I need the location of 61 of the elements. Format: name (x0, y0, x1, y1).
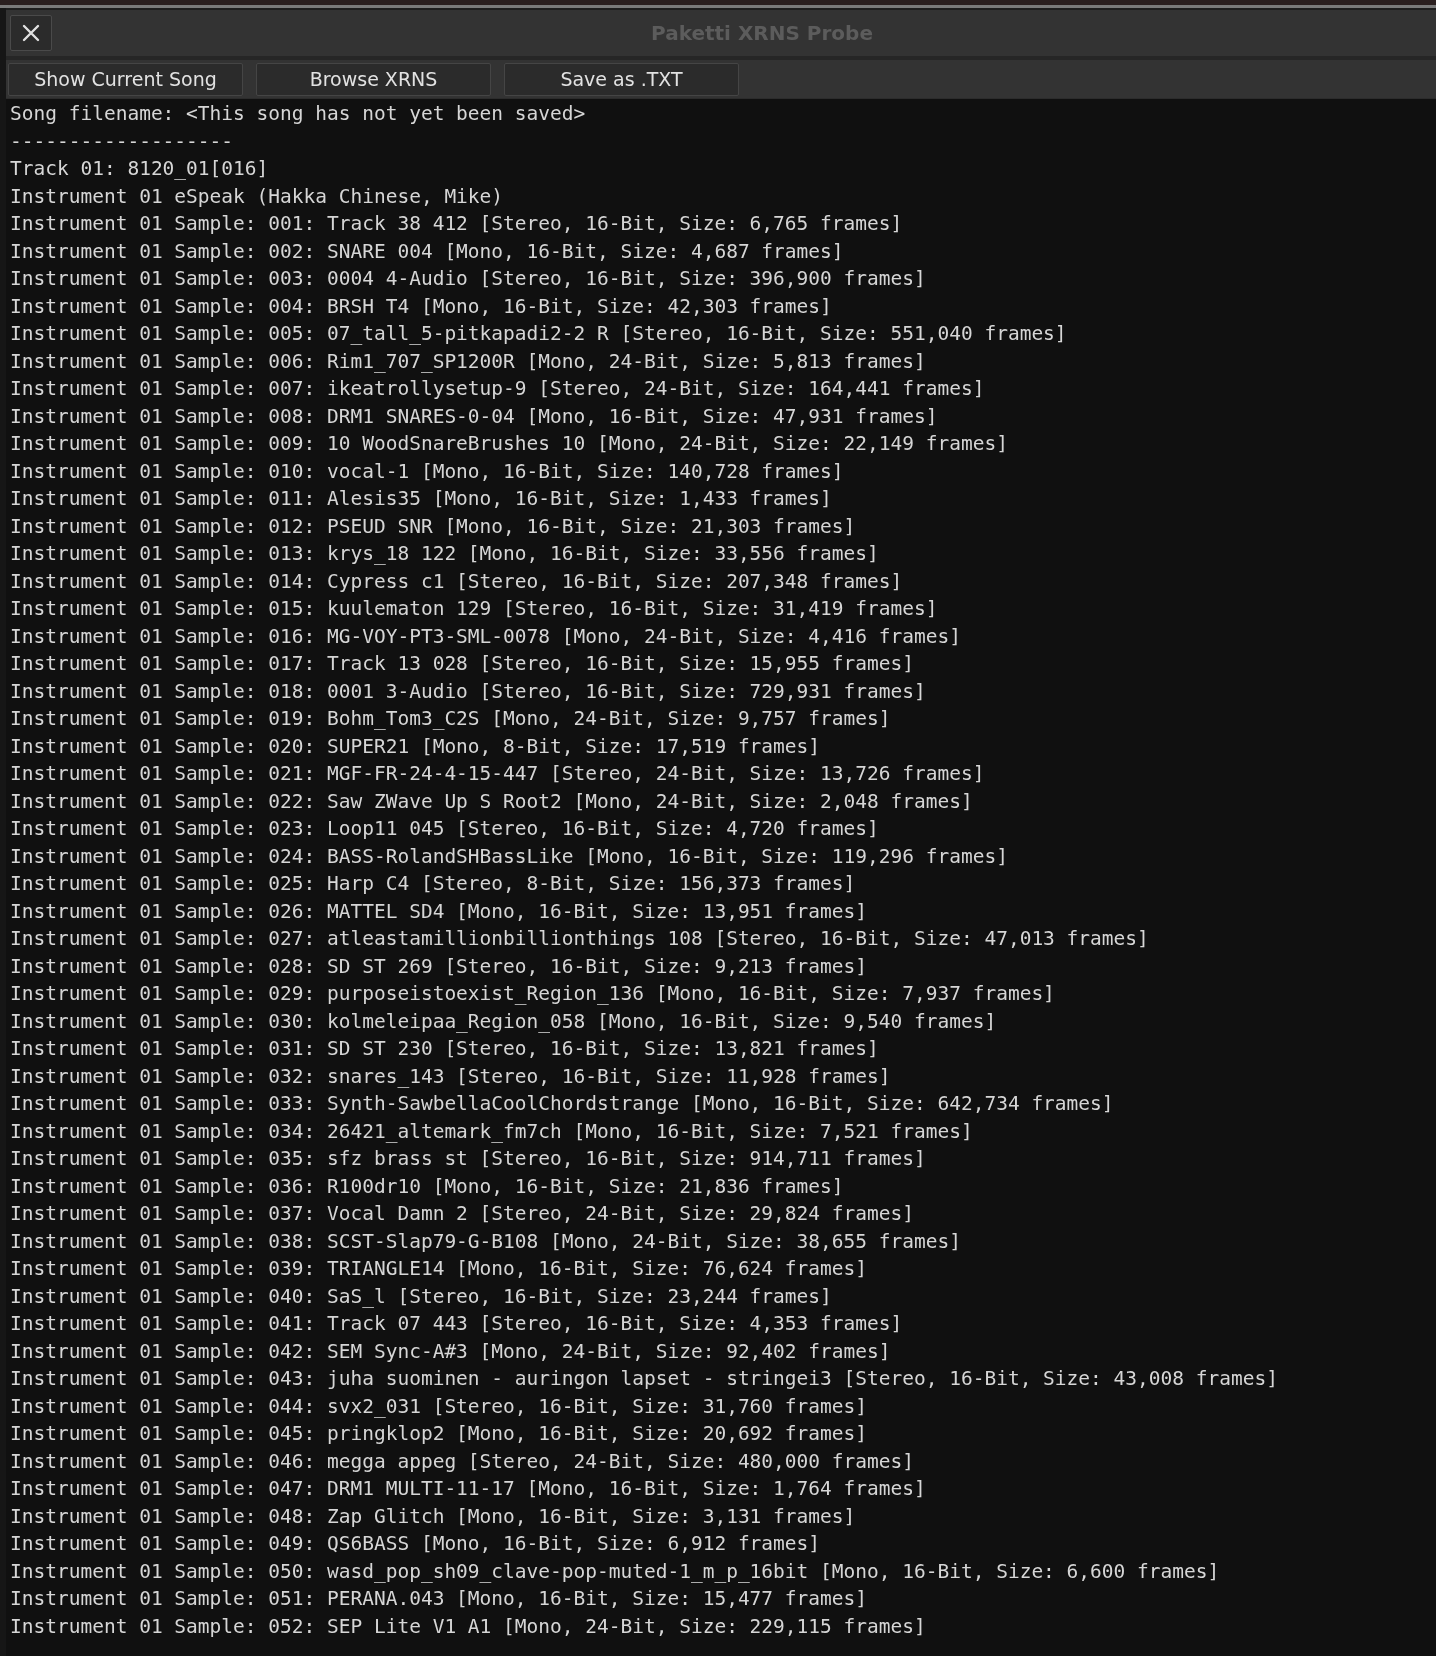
output-line: ------------------- (10, 128, 234, 155)
output-line: Instrument 01 Sample: 035: sfz brass st [Stereo, 16-Bit, Size: 914,711 frames] (10, 1146, 926, 1172)
output-line: Instrument 01 Sample: 043: juha suominen - auringon lapset - stringei3 [Stereo, 16-Bit, Size: 43,008 frames] (10, 1366, 1278, 1392)
output-line: Instrument 01 Sample: 019: Bohm_Tom3_C2S [Mono, 24-Bit, Size: 9,757 frames] (10, 706, 891, 732)
output-line: Instrument 01 Sample: 021: MGF-FR-24-4-15-447 [Stereo, 24-Bit, Size: 13,726 frames] (10, 761, 985, 787)
output-line: Instrument 01 Sample: 041: Track 07 443 [Stereo, 16-Bit, Size: 4,353 frames] (10, 1311, 903, 1337)
output-line: Instrument 01 Sample: 028: SD ST 269 [Stereo, 16-Bit, Size: 9,213 frames] (10, 953, 868, 980)
output-line: Instrument 01 Sample: 006: Rim1_707_SP1200R [Mono, 24-Bit, Size: 5,813 frames] (10, 348, 926, 375)
output-line: Instrument 01 Sample: 001: Track 38 412 [Stereo, 16-Bit, Size: 6,765 frames] (10, 211, 903, 237)
output-line: Instrument 01 Sample: 031: SD ST 230 [Stereo, 16-Bit, Size: 13,821 frames] (10, 1036, 879, 1062)
output-line: Instrument 01 Sample: 051: PERANA.043 [Mono, 16-Bit, Size: 15,477 frames] (10, 1586, 868, 1612)
output-line: Instrument 01 Sample: 004: BRSH T4 [Mono, 16-Bit, Size: 42,303 frames] (10, 293, 832, 320)
output-line: Instrument 01 Sample: 044: svx2_031 [Stereo, 16-Bit, Size: 31,760 frames] (10, 1393, 868, 1420)
output-line: Instrument 01 Sample: 052: SEP Lite V1 A1 [Mono, 24-Bit, Size: 229,115 frames] (10, 1613, 926, 1640)
output-line: Instrument 01 Sample: 016: MG-VOY-PT3-SML-0078 [Mono, 24-Bit, Size: 4,416 frames] (10, 623, 961, 650)
output-line: Instrument 01 Sample: 024: BASS-RolandSHBassLike [Mono, 16-Bit, Size: 119,296 frames] (10, 843, 1008, 870)
output-line: Instrument 01 Sample: 030: kolmeleipaa_Region_058 [Mono, 16-Bit, Size: 9,540 frames] (10, 1008, 997, 1035)
output-line: Track 01: 8120_01[016] (10, 156, 269, 182)
output-line: Instrument 01 Sample: 012: PSEUD SNR [Mono, 16-Bit, Size: 21,303 frames] (10, 513, 856, 540)
close-button[interactable] (10, 15, 52, 51)
output-line: Instrument 01 Sample: 038: SCST-Slap79-G-B108 [Mono, 24-Bit, Size: 38,655 frames] (10, 1228, 961, 1255)
output-line: Instrument 01 Sample: 011: Alesis35 [Mono, 16-Bit, Size: 1,433 frames] (10, 486, 832, 512)
output-line: Instrument 01 Sample: 033: Synth-SawbellaCoolChordstrange [Mono, 16-Bit, Size: 642,734 frames] (10, 1091, 1114, 1117)
output-line: Instrument 01 Sample: 003: 0004 4-Audio [Stereo, 16-Bit, Size: 396,900 frames] (10, 266, 926, 292)
output-line: Instrument 01 Sample: 039: TRIANGLE14 [Mono, 16-Bit, Size: 76,624 frames] (10, 1256, 868, 1282)
output-line: Instrument 01 Sample: 036: R100dr10 [Mono, 16-Bit, Size: 21,836 frames] (10, 1173, 844, 1200)
close-icon (22, 24, 40, 42)
output-line: Instrument 01 Sample: 007: ikeatrollysetup-9 [Stereo, 24-Bit, Size: 164,441 frames] (10, 376, 985, 402)
toolbar-button[interactable]: Browse XRNS (256, 62, 491, 96)
output-line: Instrument 01 Sample: 025: Harp C4 [Stereo, 8-Bit, Size: 156,373 frames] (10, 871, 856, 897)
output-line: Instrument 01 Sample: 040: SaS_l [Stereo, 16-Bit, Size: 23,244 frames] (10, 1283, 832, 1310)
output-line: Instrument 01 Sample: 023: Loop11 045 [Stereo, 16-Bit, Size: 4,720 frames] (10, 816, 879, 842)
output-line: Song filename: <This song has not yet been saved> (10, 101, 586, 127)
output-line: Instrument 01 Sample: 015: kuulematon 129 [Stereo, 16-Bit, Size: 31,419 frames] (10, 596, 938, 622)
output-line: Instrument 01 Sample: 002: SNARE 004 [Mono, 16-Bit, Size: 4,687 frames] (10, 238, 844, 265)
output-line: Instrument 01 Sample: 042: SEM Sync-A#3 [Mono, 24-Bit, Size: 92,402 frames] (10, 1338, 891, 1365)
output-line: Instrument 01 Sample: 018: 0001 3-Audio [Stereo, 16-Bit, Size: 729,931 frames] (10, 678, 926, 705)
output-line: Instrument 01 Sample: 050: wasd_pop_sh09_clave-pop-muted-1_m_p_16bit [Mono, 16-Bit, Size: 6,600 frames] (10, 1558, 1220, 1585)
toolbar-button[interactable]: Show Current Song (8, 62, 243, 96)
toolbar-button[interactable]: Save as .TXT (504, 62, 739, 96)
output-line: Instrument 01 Sample: 009: 10 WoodSnareBrushes 10 [Mono, 24-Bit, Size: 22,149 frames] (10, 431, 1008, 457)
output-line: Instrument 01 Sample: 047: DRM1 MULTI-11-17 [Mono, 16-Bit, Size: 1,764 frames] (10, 1476, 926, 1502)
output-line: Instrument 01 Sample: 014: Cypress c1 [Stereo, 16-Bit, Size: 207,348 frames] (10, 568, 903, 595)
output-line: Instrument 01 Sample: 045: pringklop2 [Mono, 16-Bit, Size: 20,692 frames] (10, 1421, 868, 1447)
output-line: Instrument 01 Sample: 027: atleastamillionbillionthings 108 [Stereo, 16-Bit, Size: 47,013 frames] (10, 926, 1149, 952)
output-line: Instrument 01 Sample: 008: DRM1 SNARES-0-04 [Mono, 16-Bit, Size: 47,931 frames] (10, 403, 938, 430)
output-line: Instrument 01 Sample: 048: Zap Glitch [Mono, 16-Bit, Size: 3,131 frames] (10, 1503, 856, 1530)
output-line: Instrument 01 Sample: 037: Vocal Damn 2 [Stereo, 24-Bit, Size: 29,824 frames] (10, 1201, 914, 1227)
output-line: Instrument 01 eSpeak (Hakka Chinese, Mike) (10, 183, 504, 210)
output-line: Instrument 01 Sample: 049: QS6BASS [Mono, 16-Bit, Size: 6,912 frames] (10, 1531, 821, 1557)
output-line: Instrument 01 Sample: 029: purposeistoexist_Region_136 [Mono, 16-Bit, Size: 7,937 frames] (10, 981, 1055, 1007)
output-line: Instrument 01 Sample: 032: snares_143 [Stereo, 16-Bit, Size: 11,928 frames] (10, 1063, 891, 1090)
output-line: Instrument 01 Sample: 020: SUPER21 [Mono, 8-Bit, Size: 17,519 frames] (10, 733, 821, 760)
output-line: Instrument 01 Sample: 017: Track 13 028 [Stereo, 16-Bit, Size: 15,955 frames] (10, 651, 914, 677)
output-line: Instrument 01 Sample: 010: vocal-1 [Mono, 16-Bit, Size: 140,728 frames] (10, 458, 844, 485)
output-line: Instrument 01 Sample: 005: 07_tall_5-pitkapadi2-2 R [Stereo, 16-Bit, Size: 551,040 frames] (10, 321, 1067, 347)
output-line: Instrument 01 Sample: 013: krys_18 122 [Mono, 16-Bit, Size: 33,556 frames] (10, 541, 879, 567)
output-line: Instrument 01 Sample: 026: MATTEL SD4 [Mono, 16-Bit, Size: 13,951 frames] (10, 898, 868, 925)
output-line: Instrument 01 Sample: 022: Saw ZWave Up S Root2 [Mono, 24-Bit, Size: 2,048 frames] (10, 788, 973, 815)
output-line: Instrument 01 Sample: 034: 26421_altemark_fm7ch [Mono, 16-Bit, Size: 7,521 frames] (10, 1118, 973, 1145)
output-line: Instrument 01 Sample: 046: megga appeg [Stereo, 24-Bit, Size: 480,000 frames] (10, 1448, 914, 1475)
